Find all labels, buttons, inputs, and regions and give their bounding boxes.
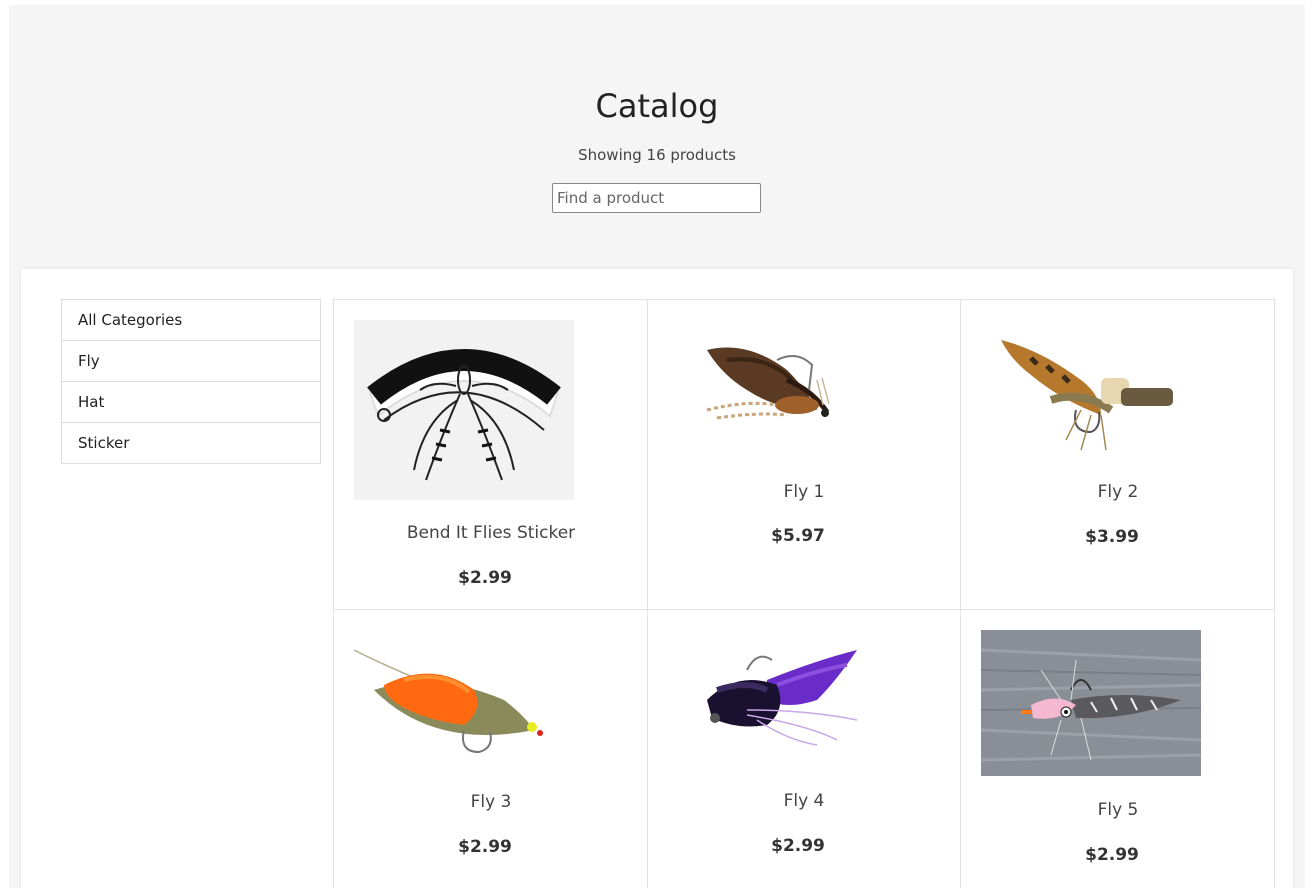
page: Catalog Showing 16 products All Categori… bbox=[9, 5, 1305, 888]
fly-image bbox=[667, 630, 887, 770]
product-card[interactable]: Fly 2 $3.99 bbox=[961, 300, 1275, 610]
product-price: $2.99 bbox=[771, 836, 825, 856]
category-item-hat[interactable]: Hat bbox=[62, 382, 320, 423]
product-price: $2.99 bbox=[458, 837, 512, 857]
product-price: $2.99 bbox=[1085, 845, 1139, 865]
product-name[interactable]: Fly 4 bbox=[647, 791, 961, 811]
product-card[interactable]: Fly 1 $5.97 bbox=[647, 300, 961, 610]
category-item-fly[interactable]: Fly bbox=[62, 341, 320, 382]
fly-image bbox=[354, 630, 574, 770]
fly-image bbox=[981, 320, 1201, 460]
category-item-sticker[interactable]: Sticker bbox=[62, 423, 320, 463]
product-image[interactable] bbox=[981, 320, 1201, 460]
product-name[interactable]: Fly 3 bbox=[334, 792, 648, 812]
product-image[interactable] bbox=[667, 320, 887, 460]
sticker-logo-image bbox=[354, 320, 574, 500]
product-name[interactable]: Fly 5 bbox=[961, 800, 1275, 820]
category-list: All Categories Fly Hat Sticker bbox=[61, 299, 321, 464]
product-card[interactable]: Fly 4 $2.99 bbox=[647, 610, 961, 888]
product-name[interactable]: Bend It Flies Sticker bbox=[334, 523, 648, 543]
product-price: $2.99 bbox=[458, 568, 512, 588]
fly-image bbox=[981, 630, 1201, 776]
product-price: $5.97 bbox=[771, 526, 825, 546]
product-name[interactable]: Fly 2 bbox=[961, 482, 1275, 502]
catalog-content: All Categories Fly Hat Sticker Bend It F… bbox=[21, 269, 1293, 888]
product-card[interactable]: Fly 5 $2.99 bbox=[961, 610, 1275, 888]
category-item-all[interactable]: All Categories bbox=[62, 300, 320, 341]
product-image[interactable] bbox=[354, 630, 574, 770]
product-price: $3.99 bbox=[1085, 527, 1139, 547]
product-image[interactable] bbox=[981, 630, 1201, 776]
product-grid: Bend It Flies Sticker $2.99 Fly 1 $5.97 … bbox=[333, 299, 1275, 888]
product-image[interactable] bbox=[667, 630, 887, 770]
fly-image bbox=[667, 320, 887, 460]
search-input[interactable] bbox=[552, 183, 761, 213]
catalog-header: Catalog Showing 16 products bbox=[9, 5, 1305, 268]
product-count: Showing 16 products bbox=[578, 146, 736, 164]
product-card[interactable]: Fly 3 $2.99 bbox=[334, 610, 648, 888]
product-name[interactable]: Fly 1 bbox=[647, 482, 961, 502]
product-card[interactable]: Bend It Flies Sticker $2.99 bbox=[334, 300, 648, 610]
product-image[interactable] bbox=[354, 320, 574, 500]
page-title: Catalog bbox=[595, 87, 719, 125]
